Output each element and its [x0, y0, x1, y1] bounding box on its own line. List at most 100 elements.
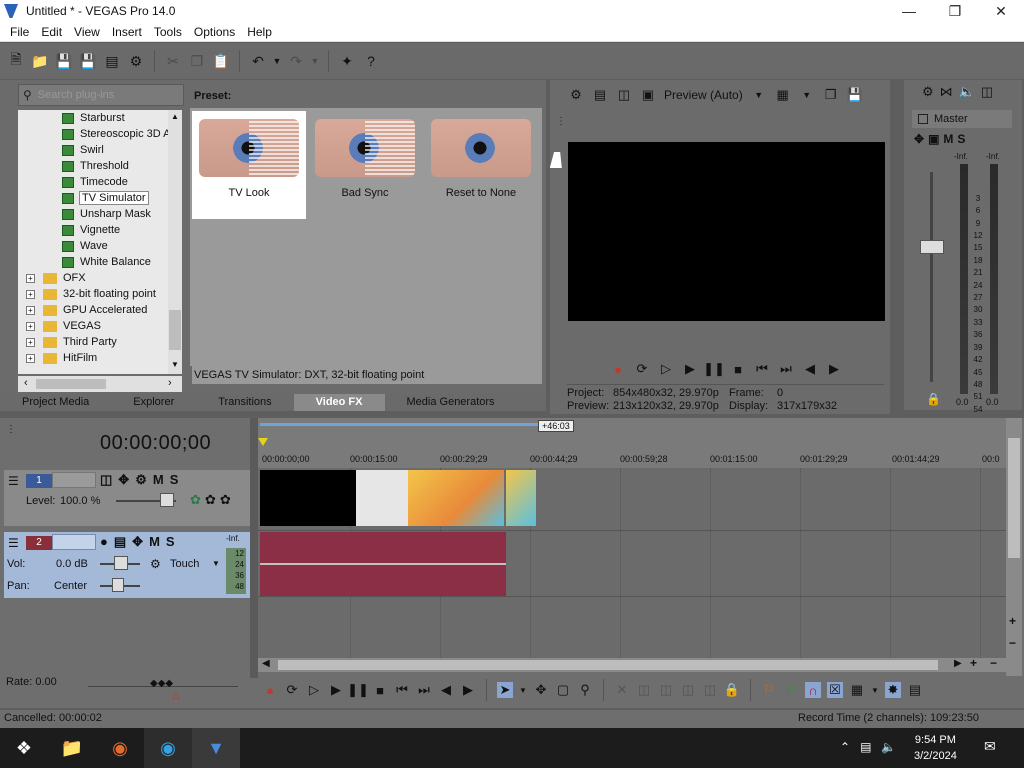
expand-plus-icon[interactable]: + [26, 321, 35, 331]
play-from-start-icon[interactable]: ▷ [658, 361, 674, 377]
play-from-start-icon[interactable]: ▷ [306, 682, 322, 698]
downmix-icon[interactable]: ◫ [981, 84, 993, 100]
menu-insert[interactable]: Insert [106, 25, 148, 39]
tree-item[interactable]: Unsharp Mask [62, 206, 151, 222]
solo-button[interactable]: S [166, 534, 175, 550]
tree-folder[interactable]: + Third Party [26, 334, 117, 350]
lock-icon[interactable]: 🔒 [926, 392, 941, 406]
insert-marker-icon[interactable]: ⚐ [761, 682, 777, 698]
make-compositing-child-icon[interactable]: ✿ [205, 492, 216, 508]
undo-history-chevron-icon[interactable]: ▼ [272, 51, 282, 71]
menu-help[interactable]: Help [241, 25, 278, 39]
play-icon[interactable]: ▶ [682, 361, 698, 377]
zoom-out-horizontal-icon[interactable]: − [990, 656, 997, 670]
track-fx-icon[interactable]: ✥ [118, 472, 129, 488]
split-screen-icon[interactable]: ◫ [616, 87, 632, 103]
maximize-button[interactable]: ❐ [932, 0, 978, 22]
automation-gear-icon[interactable]: ⚙ [150, 557, 161, 571]
make-compositing-parent-icon[interactable]: ✿ [220, 492, 231, 508]
scroll-thumb[interactable] [36, 379, 106, 389]
tree-item[interactable]: Vignette [62, 222, 120, 238]
video-fx-icon[interactable]: ▣ [640, 87, 656, 103]
pan-slider-handle[interactable] [112, 578, 124, 592]
audio-track-header[interactable]: ☰ 2 ● ▤ ✥ M S Vol: 0.0 dB ⚙ Touch ▼ Pan:… [4, 532, 250, 598]
tree-item[interactable]: Swirl [62, 142, 104, 158]
redo-history-chevron-icon[interactable]: ▼ [310, 51, 320, 71]
tree-item[interactable]: Timecode [62, 174, 128, 190]
go-to-start-icon[interactable]: ⏮ [394, 682, 410, 698]
scroll-left-icon[interactable]: ‹ [24, 377, 28, 389]
tree-item-selected[interactable]: TV Simulator [62, 190, 149, 206]
scroll-up-icon[interactable]: ▲ [171, 112, 179, 121]
ripple-chevron-icon[interactable]: ▼ [871, 682, 879, 698]
next-frame-icon[interactable]: ▶ [826, 361, 842, 377]
master-fx-icon[interactable]: ⋈ [940, 84, 953, 100]
tab-video-fx[interactable]: Video FX [293, 394, 385, 411]
master-solo-button[interactable]: S [957, 132, 965, 146]
normal-edit-tool-icon[interactable]: ➤ [497, 682, 513, 698]
scroll-left-icon[interactable]: ◀ [262, 658, 270, 669]
track-minimize-icon[interactable]: ☰ [8, 474, 19, 488]
volume-muted-icon[interactable]: 🔈 [881, 740, 896, 754]
enable-snapping-icon[interactable]: ✦ [337, 51, 357, 71]
scroll-right-icon[interactable]: ▶ [954, 658, 962, 669]
expand-plus-icon[interactable]: + [26, 289, 35, 299]
lock-envelopes-icon[interactable]: ✸ [885, 682, 901, 698]
master-properties-gear-icon[interactable]: ⚙ [922, 84, 934, 100]
overlays-chevron-icon[interactable]: ▼ [799, 87, 815, 103]
stop-icon[interactable]: ■ [372, 682, 388, 698]
minimize-button[interactable]: — [886, 0, 932, 22]
vegas-taskbar-icon[interactable]: ▼ [192, 728, 240, 768]
audio-clip[interactable] [260, 532, 506, 596]
tree-item[interactable]: Starburst [62, 110, 125, 126]
solo-button[interactable]: S [170, 472, 179, 488]
edit-tool-chevron-icon[interactable]: ▼ [519, 682, 527, 698]
preview-quality-chevron-icon[interactable]: ▼ [751, 87, 767, 103]
next-frame-icon[interactable]: ▶ [460, 682, 476, 698]
split-icon[interactable]: ◫ [702, 682, 718, 698]
menu-edit[interactable]: Edit [35, 25, 68, 39]
scroll-thumb[interactable] [169, 310, 181, 350]
tab-transitions[interactable]: Transitions [196, 394, 293, 411]
edge-icon[interactable]: ◉ [144, 728, 192, 768]
play-icon[interactable]: ▶ [328, 682, 344, 698]
compositing-mode-icon[interactable]: ✿ [190, 492, 201, 508]
mute-button[interactable]: M [149, 534, 160, 550]
copy-snapshot-icon[interactable]: ❐ [823, 87, 839, 103]
clock[interactable]: 9:54 PM 3/2/2024 [914, 732, 957, 764]
plugin-search-input[interactable]: ⚲ Search plug-ins [18, 84, 184, 106]
expand-plus-icon[interactable]: + [26, 353, 35, 363]
track-properties-gear-icon[interactable]: ⚙ [135, 472, 147, 488]
track-name-field[interactable] [52, 472, 96, 488]
save-snapshot-icon[interactable]: 💾 [847, 87, 863, 103]
video-clip-white[interactable] [356, 470, 408, 526]
menu-options[interactable]: Options [188, 25, 241, 39]
zoom-out-vertical-icon[interactable]: − [1009, 636, 1016, 650]
invert-phase-icon[interactable]: ▤ [114, 534, 126, 550]
zoom-in-horizontal-icon[interactable]: + [970, 656, 977, 670]
cursor-marker-icon[interactable] [258, 438, 268, 446]
expand-plus-icon[interactable]: + [26, 273, 35, 283]
master-window-icon[interactable] [918, 114, 928, 124]
level-slider-handle[interactable] [160, 493, 174, 507]
plugin-tree-horizontal-scrollbar[interactable]: ‹ › [18, 376, 182, 392]
preview-properties-gear-icon[interactable]: ⚙ [568, 87, 584, 103]
menu-file[interactable]: File [4, 25, 35, 39]
automation-mode-dropdown[interactable]: Touch [170, 558, 199, 570]
video-clip-black[interactable] [260, 470, 356, 526]
track-list-splitter[interactable] [250, 418, 258, 678]
scroll-down-icon[interactable]: ▼ [171, 360, 179, 369]
tree-item[interactable]: Stereoscopic 3D A [62, 126, 168, 142]
pause-icon[interactable]: ❚❚ [703, 361, 725, 377]
paste-icon[interactable]: 📋 [211, 51, 231, 71]
menu-view[interactable]: View [68, 25, 106, 39]
trim-icon[interactable]: ◫ [636, 682, 652, 698]
notifications-icon[interactable]: ✉ [984, 738, 996, 755]
track-name-field[interactable] [52, 534, 96, 550]
network-icon[interactable]: ▤ [860, 740, 871, 754]
tree-folder[interactable]: + GPU Accelerated [26, 302, 147, 318]
overlays-grid-icon[interactable]: ▦ [775, 87, 791, 103]
track-fx-icon[interactable]: ✥ [132, 534, 143, 550]
master-automation-icon[interactable]: ▣ [928, 132, 939, 146]
render-icon[interactable]: ▤ [102, 51, 122, 71]
